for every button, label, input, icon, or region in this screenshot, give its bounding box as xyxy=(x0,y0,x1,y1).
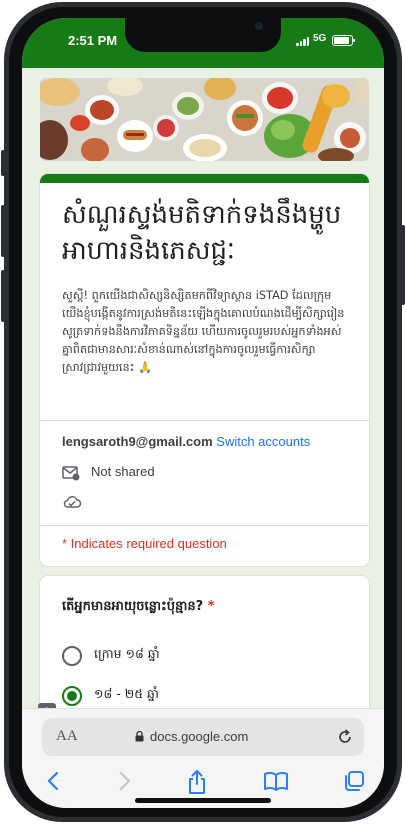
safari-bottom-bar: AA docs.google.com xyxy=(22,708,384,808)
battery-icon xyxy=(332,35,355,46)
reload-icon[interactable] xyxy=(336,728,354,746)
form-header-card: សំណួរស្ទង់មតិទាក់ទងនឹងម្ហូបអាហារនិងភេសជ្… xyxy=(40,174,369,566)
switch-accounts-link[interactable]: Switch accounts xyxy=(216,434,310,449)
radio-option-1[interactable] xyxy=(62,646,82,666)
question-card: តើអ្នកមានអាយុចន្លោះប៉ុន្មាន? * ក្រោម ១៨ … xyxy=(40,576,369,708)
radio-option-2[interactable] xyxy=(62,686,82,706)
required-star: * xyxy=(207,599,215,614)
divider xyxy=(40,525,369,526)
required-note: * Indicates required question xyxy=(62,536,227,551)
home-indicator xyxy=(135,798,271,803)
address-bar[interactable]: AA docs.google.com xyxy=(42,718,364,756)
question-label: តើអ្នកមានអាយុចន្លោះប៉ុន្មាន? * xyxy=(62,598,215,617)
option-label-1[interactable]: ក្រោម ១៨ ឆ្នាំ xyxy=(94,646,160,665)
cloud-check-icon xyxy=(63,496,82,508)
text-size-button[interactable]: AA xyxy=(56,728,78,745)
account-email: lengsaroth9@gmail.com xyxy=(62,434,213,449)
form-page[interactable]: សំណួរស្ទង់មតិទាក់ទងនឹងម្ហូបអាហារនិងភេសជ្… xyxy=(22,68,384,708)
form-description: សួស្តី! ពួកយើងជាសិស្សនិស្សិតមកពីវិទ្យាស្… xyxy=(62,289,345,374)
safari-toolbar xyxy=(22,769,384,799)
network-type: 5G xyxy=(313,33,327,44)
mail-icon xyxy=(62,466,80,481)
notch xyxy=(125,18,281,52)
question-text: តើអ្នកមានអាយុចន្លោះប៉ុន្មាន? xyxy=(62,599,204,614)
form-title: សំណួរស្ទង់មតិទាក់ទងនឹងម្ហូបអាហារនិងភេសជ្… xyxy=(62,200,342,266)
back-icon[interactable] xyxy=(44,769,64,793)
bookmarks-icon[interactable] xyxy=(263,769,289,793)
option-label-2[interactable]: ១៨ - ២៥ ឆ្នាំ xyxy=(94,686,159,705)
phone-frame: 2:51 PM 5G សំណួរស្ទង់មតិទាក់ទងនឹងម្ហូបអា… xyxy=(0,0,406,825)
url-text: docs.google.com xyxy=(150,729,249,744)
status-time: 2:51 PM xyxy=(68,33,118,48)
signal-icon xyxy=(296,37,309,46)
food-banner-image xyxy=(40,78,369,161)
lock-icon xyxy=(135,731,144,742)
divider xyxy=(40,420,369,421)
header-image xyxy=(40,78,369,161)
account-row: lengsaroth9@gmail.com Switch accounts xyxy=(62,434,310,449)
not-shared-label: Not shared xyxy=(91,464,155,479)
screen: 2:51 PM 5G សំណួរស្ទង់មតិទាក់ទងនឹងម្ហូបអា… xyxy=(22,18,384,808)
status-bar: 2:51 PM 5G xyxy=(22,18,384,68)
share-icon[interactable] xyxy=(186,769,208,795)
tabs-icon[interactable] xyxy=(342,769,366,793)
forward-icon[interactable] xyxy=(114,769,134,793)
camera xyxy=(255,22,263,30)
